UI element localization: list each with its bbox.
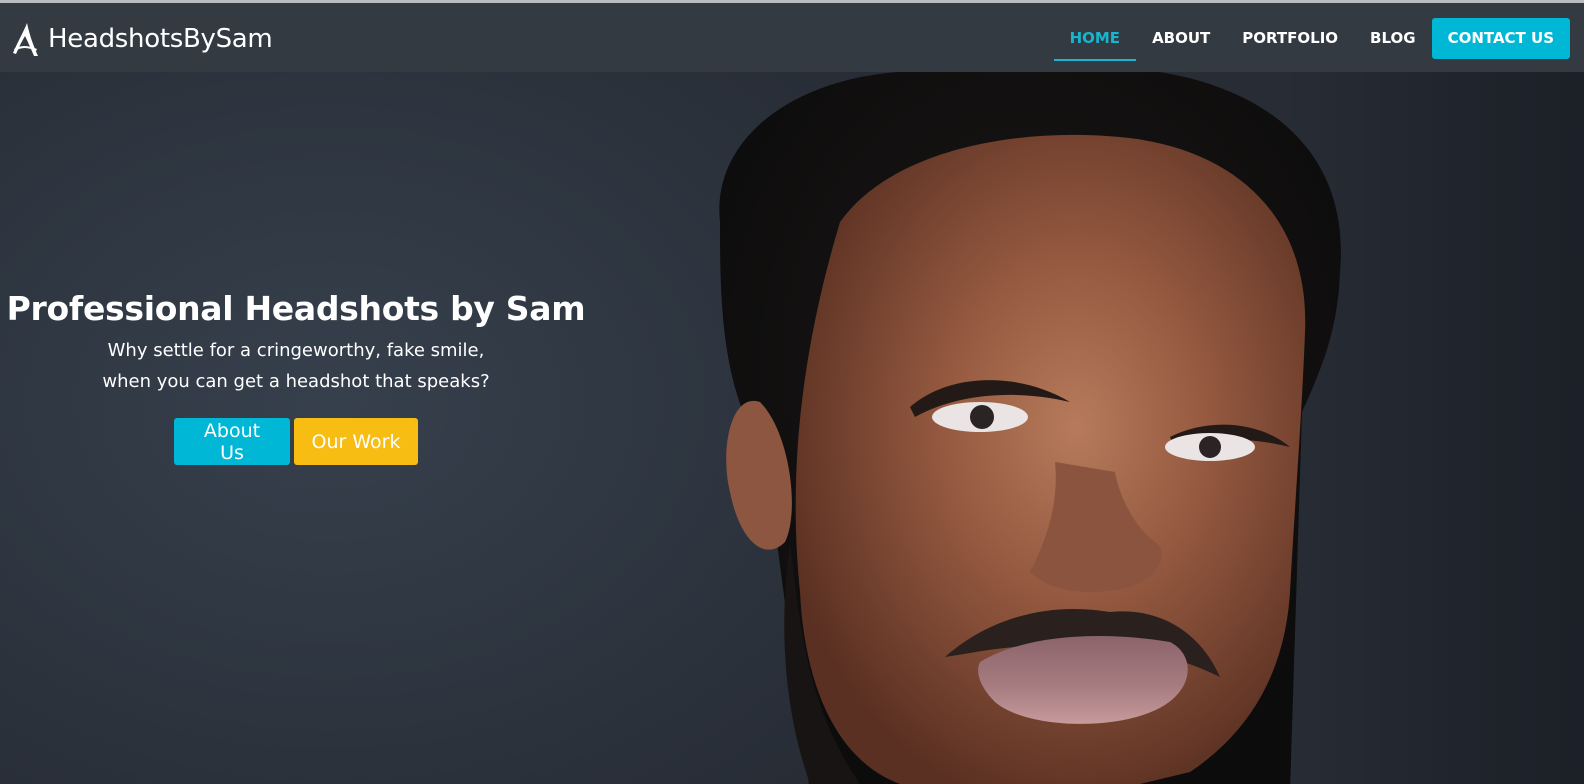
- main-nav: HOME ABOUT PORTFOLIO BLOG CONTACT US: [1053, 16, 1570, 61]
- page: HeadshotsBySam HOME ABOUT PORTFOLIO BLOG…: [0, 0, 1584, 784]
- brand-link[interactable]: HeadshotsBySam: [10, 19, 273, 59]
- brand-name: HeadshotsBySam: [48, 24, 273, 54]
- nav-blog[interactable]: BLOG: [1354, 16, 1432, 60]
- our-work-button[interactable]: Our Work: [294, 418, 418, 465]
- hero-subtitle-line2: when you can get a headshot that speaks?: [102, 371, 490, 392]
- top-border: [0, 0, 1584, 3]
- hero-buttons: About Us Our Work: [0, 418, 592, 465]
- stylized-a-logo-icon: [13, 23, 38, 56]
- navbar: HeadshotsBySam HOME ABOUT PORTFOLIO BLOG…: [0, 3, 1584, 72]
- portrait-photo: [719, 72, 1341, 784]
- nav-portfolio[interactable]: PORTFOLIO: [1226, 16, 1354, 60]
- hero-section: Professional Headshots by Sam Why settle…: [0, 72, 1584, 784]
- hero-title: Professional Headshots by Sam: [6, 289, 586, 328]
- about-us-button[interactable]: About Us: [174, 418, 290, 465]
- nav-about[interactable]: ABOUT: [1136, 16, 1226, 60]
- hero-copy: Professional Headshots by Sam Why settle…: [0, 287, 592, 465]
- hero-subtitle-line1: Why settle for a cringeworthy, fake smil…: [107, 340, 485, 361]
- nav-home[interactable]: HOME: [1053, 16, 1137, 61]
- contact-us-button[interactable]: CONTACT US: [1431, 17, 1570, 59]
- hero-subtitle: Why settle for a cringeworthy, fake smil…: [0, 335, 592, 397]
